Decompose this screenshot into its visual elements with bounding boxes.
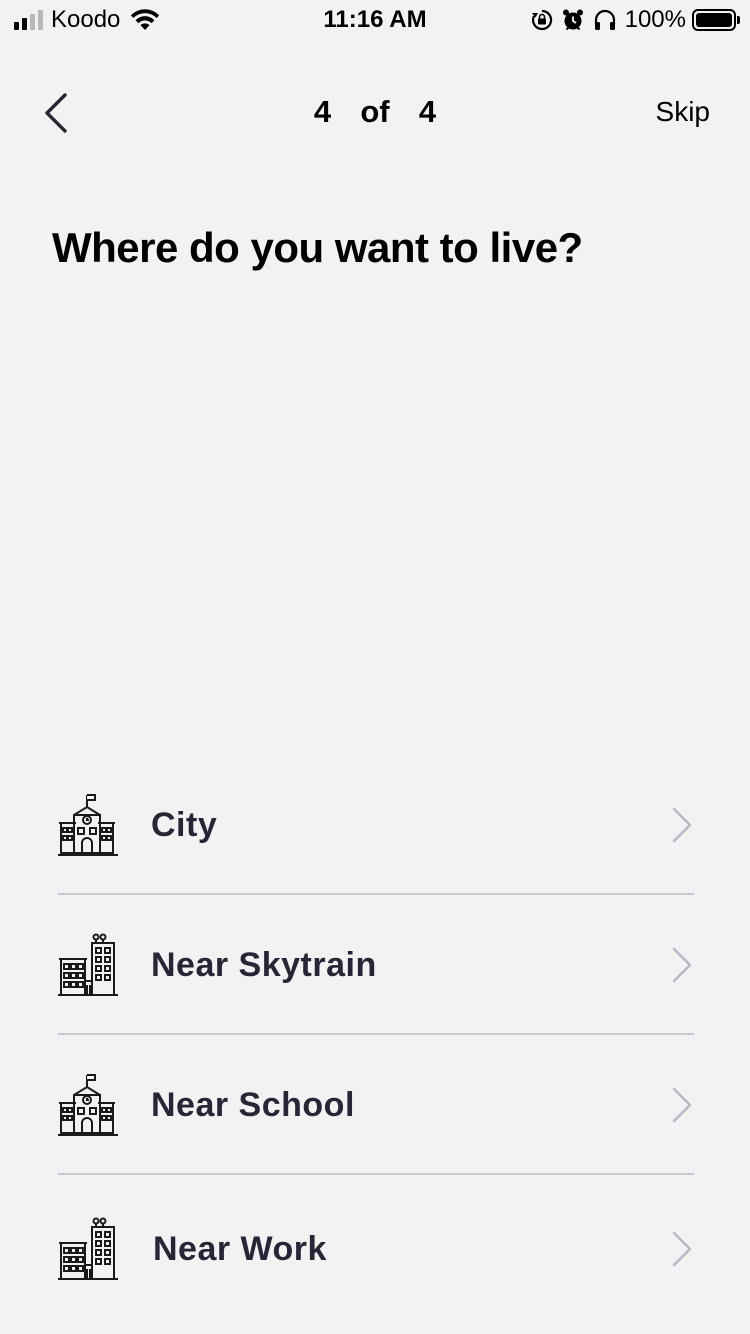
page-title: Where do you want to live? [52, 224, 583, 271]
step-indicator: 4 of 4 [313, 94, 437, 129]
status-bar-right: 100% [531, 6, 740, 34]
option-label: Near Skytrain [151, 946, 377, 984]
battery-icon [692, 9, 740, 31]
headphones-icon [594, 9, 615, 30]
option-label: Near Work [153, 1230, 327, 1268]
option-label: Near School [151, 1086, 355, 1124]
option-label: City [151, 806, 218, 844]
city-buildings-icon [58, 1217, 118, 1280]
option-near-school[interactable]: Near School [58, 1035, 694, 1175]
chevron-right-icon [672, 947, 692, 983]
school-building-icon [58, 794, 118, 856]
chevron-right-icon [672, 807, 692, 843]
orientation-lock-icon [531, 9, 552, 31]
alarm-icon [562, 9, 583, 31]
battery-percentage: 100% [624, 6, 686, 33]
status-bar: Koodo 11:16 AM 100% [0, 0, 750, 40]
battery-level-fill [696, 13, 732, 27]
option-near-work[interactable]: Near Work [58, 1175, 694, 1315]
chevron-right-icon [672, 1087, 692, 1123]
city-buildings-icon [58, 933, 118, 996]
option-near-skytrain[interactable]: Near Skytrain [58, 895, 694, 1035]
skip-button[interactable]: Skip [656, 96, 710, 128]
chevron-right-icon [672, 1231, 692, 1267]
location-options-list: City Near Skytrain Near School Near Work [58, 755, 694, 1315]
option-city[interactable]: City [58, 755, 694, 895]
school-building-icon [58, 1074, 118, 1136]
